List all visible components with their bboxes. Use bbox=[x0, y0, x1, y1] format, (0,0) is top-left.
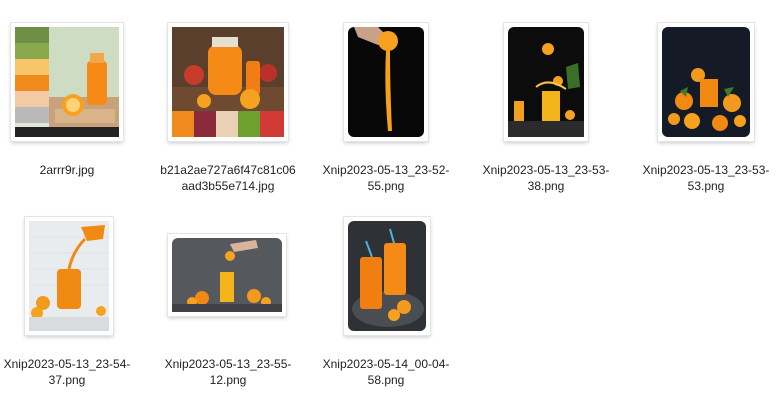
file-thumbnail[interactable] bbox=[658, 23, 754, 141]
splash-glass-image bbox=[508, 27, 584, 137]
thumbnail-area bbox=[0, 212, 147, 352]
pouring-juice-image bbox=[29, 221, 109, 331]
file-item[interactable]: 2arrr9r.jpg bbox=[0, 18, 147, 178]
file-item[interactable]: Xnip2023-05-13_23-55- 12.png bbox=[148, 212, 308, 388]
file-item[interactable]: Xnip2023-05-13_23-53- 53.png bbox=[626, 18, 780, 194]
file-item[interactable]: b21a2ae727a6f47c81c06 aad3b55e714.jpg bbox=[148, 18, 308, 194]
thumbnail-area bbox=[626, 18, 780, 158]
file-item[interactable]: Xnip2023-05-13_23-53- 38.png bbox=[466, 18, 626, 194]
two-glasses-image bbox=[348, 221, 426, 331]
file-name[interactable]: Xnip2023-05-14_00-04- 58.png bbox=[306, 356, 466, 388]
file-item[interactable]: Xnip2023-05-13_23-54- 37.png bbox=[0, 212, 147, 388]
file-grid: 2arrr9r.jpg b21a2ae727a6f47c81c06 aad3b5… bbox=[0, 0, 780, 405]
thumbnail-area bbox=[148, 18, 308, 158]
file-thumbnail[interactable] bbox=[344, 23, 428, 141]
thumbnail-area bbox=[306, 212, 466, 352]
file-thumbnail[interactable] bbox=[25, 217, 113, 335]
file-thumbnail[interactable] bbox=[504, 23, 588, 141]
thumbnail-area bbox=[148, 212, 308, 352]
file-name[interactable]: Xnip2023-05-13_23-53- 53.png bbox=[626, 162, 780, 194]
file-name[interactable]: Xnip2023-05-13_23-53- 38.png bbox=[466, 162, 626, 194]
file-name[interactable]: Xnip2023-05-13_23-52- 55.png bbox=[306, 162, 466, 194]
file-thumbnail[interactable] bbox=[168, 23, 288, 141]
orange-slices-glass-image bbox=[662, 27, 750, 137]
file-thumbnail[interactable] bbox=[11, 23, 123, 141]
juice-jar-image bbox=[172, 27, 284, 137]
file-thumbnail[interactable] bbox=[168, 234, 286, 316]
palette-juice-image bbox=[15, 27, 119, 137]
thumbnail-area bbox=[0, 18, 147, 158]
file-item[interactable]: Xnip2023-05-14_00-04- 58.png bbox=[306, 212, 466, 388]
grey-table-juice-image bbox=[172, 238, 282, 312]
squeezing-orange-image bbox=[348, 27, 424, 137]
file-name[interactable]: b21a2ae727a6f47c81c06 aad3b55e714.jpg bbox=[148, 162, 308, 194]
thumbnail-area bbox=[466, 18, 626, 158]
file-name[interactable]: Xnip2023-05-13_23-55- 12.png bbox=[148, 356, 308, 388]
file-name[interactable]: 2arrr9r.jpg bbox=[0, 162, 147, 178]
file-name[interactable]: Xnip2023-05-13_23-54- 37.png bbox=[0, 356, 147, 388]
thumbnail-area bbox=[306, 18, 466, 158]
file-item[interactable]: Xnip2023-05-13_23-52- 55.png bbox=[306, 18, 466, 194]
file-thumbnail[interactable] bbox=[344, 217, 430, 335]
